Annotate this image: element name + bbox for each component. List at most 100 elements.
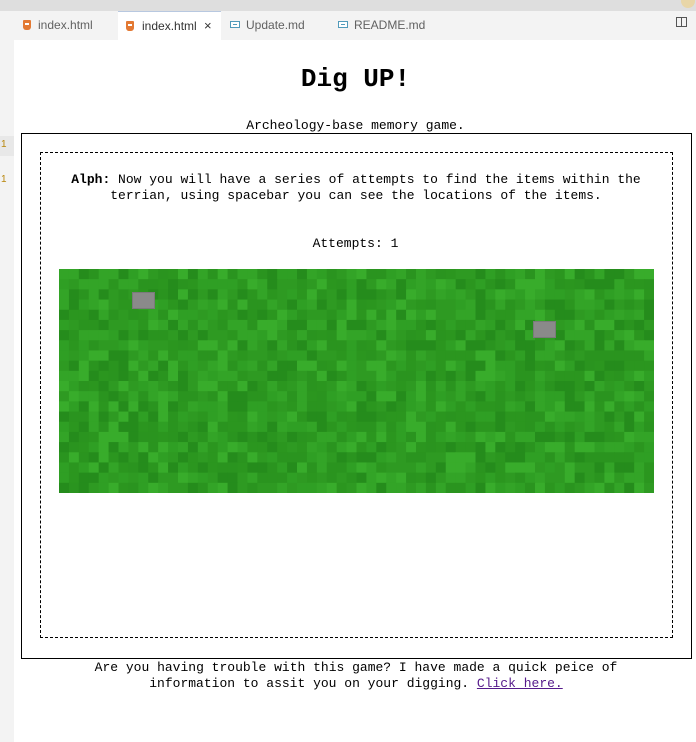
grass-tile — [88, 482, 100, 493]
grass-tile — [416, 381, 427, 392]
help-link[interactable]: Click here. — [477, 676, 563, 691]
grass-tile — [247, 299, 258, 311]
grass-tile — [554, 370, 566, 382]
grass-tile — [108, 309, 120, 321]
grass-tile — [544, 411, 556, 423]
grass-tile — [554, 340, 566, 352]
grass-tile — [624, 391, 635, 402]
grass-tile — [68, 319, 80, 331]
grass-tile — [515, 472, 526, 484]
grass-tile — [406, 319, 417, 331]
grass-tile — [644, 431, 654, 443]
grass-tile — [614, 309, 625, 321]
grass-tile — [396, 370, 407, 382]
grass-tile — [168, 401, 179, 413]
grass-tile — [455, 482, 467, 493]
tab-readme-md[interactable]: README.md — [330, 11, 440, 40]
grass-tile — [326, 370, 338, 382]
grass-tile — [108, 452, 120, 464]
grass-tile — [644, 289, 654, 301]
grass-tile — [505, 360, 516, 372]
grass-tile — [197, 391, 209, 402]
buried-item-marker — [132, 292, 155, 309]
grass-tile — [68, 279, 80, 290]
grass-tile — [525, 289, 536, 301]
grass-tile — [544, 431, 556, 443]
grass-tile — [148, 279, 159, 290]
grass-tile — [108, 279, 120, 290]
grass-tile — [297, 269, 308, 280]
grass-tile — [435, 472, 447, 484]
grass-tile — [158, 401, 169, 413]
grass-tile — [336, 462, 348, 474]
grass-tile — [505, 431, 516, 443]
grass-tile — [356, 431, 368, 443]
grass-tile — [515, 431, 526, 443]
window-title-strip — [0, 0, 696, 11]
grass-tile — [445, 381, 457, 392]
grass-tile — [445, 340, 457, 352]
grass-tile — [406, 442, 417, 453]
grass-tile — [217, 381, 229, 392]
grass-tile — [297, 360, 308, 372]
grass-tile — [197, 319, 209, 331]
tab-index-html-1[interactable]: index.html — [15, 11, 117, 40]
grass-tile — [316, 360, 328, 372]
grass-tile — [336, 381, 348, 392]
grass-tile — [257, 411, 268, 423]
grass-tile — [227, 309, 239, 321]
grass-tile — [108, 330, 120, 341]
grass-tile — [455, 279, 467, 290]
grass-tile — [614, 472, 625, 484]
grass-tile — [187, 452, 199, 464]
grass-tile — [88, 411, 100, 423]
grass-tile — [59, 370, 70, 382]
grass-tile — [505, 442, 516, 453]
grass-tile — [525, 462, 536, 474]
grass-tile — [108, 299, 120, 311]
grass-tile — [98, 472, 110, 484]
grass-tile — [68, 452, 80, 464]
grass-tile — [98, 299, 110, 311]
grass-tile — [247, 411, 258, 423]
grass-tile — [386, 421, 397, 433]
grass-tile — [237, 279, 249, 290]
grass-tile — [287, 401, 298, 413]
grass-tile — [614, 381, 625, 392]
grass-tile — [416, 370, 427, 382]
grass-tile — [584, 381, 596, 392]
grass-tile — [197, 472, 209, 484]
grass-tile — [277, 421, 288, 433]
grass-tile — [207, 370, 219, 382]
grass-tile — [356, 319, 368, 331]
grass-tile — [197, 350, 209, 362]
grass-tile — [584, 421, 596, 433]
close-icon[interactable]: × — [204, 18, 212, 33]
grass-tile — [644, 370, 654, 382]
grass-tile — [197, 299, 209, 311]
grass-tile — [78, 482, 90, 493]
grass-tile — [564, 340, 576, 352]
grass-tile — [247, 472, 258, 484]
grass-tile — [406, 462, 417, 474]
grass-tile — [455, 309, 467, 321]
grass-tile — [128, 401, 139, 413]
grass-tile — [108, 462, 120, 474]
grass-tile — [98, 289, 110, 301]
split-editor-icon[interactable] — [676, 17, 687, 27]
grass-tile — [445, 279, 457, 290]
grass-tile — [128, 482, 139, 493]
grass-tile — [614, 411, 625, 423]
grass-tile — [574, 350, 586, 362]
grass-tile — [624, 330, 635, 341]
tab-update-md[interactable]: Update.md — [222, 11, 327, 40]
grass-tile — [227, 340, 239, 352]
terrain-dig-grid[interactable] — [59, 269, 654, 493]
grass-tile — [98, 401, 110, 413]
tab-index-html-2[interactable]: index.html × — [118, 11, 221, 40]
grass-tile — [267, 431, 278, 443]
grass-tile — [386, 299, 397, 311]
grass-tile — [475, 299, 487, 311]
grass-tile — [78, 411, 90, 423]
grass-tile — [158, 421, 169, 433]
